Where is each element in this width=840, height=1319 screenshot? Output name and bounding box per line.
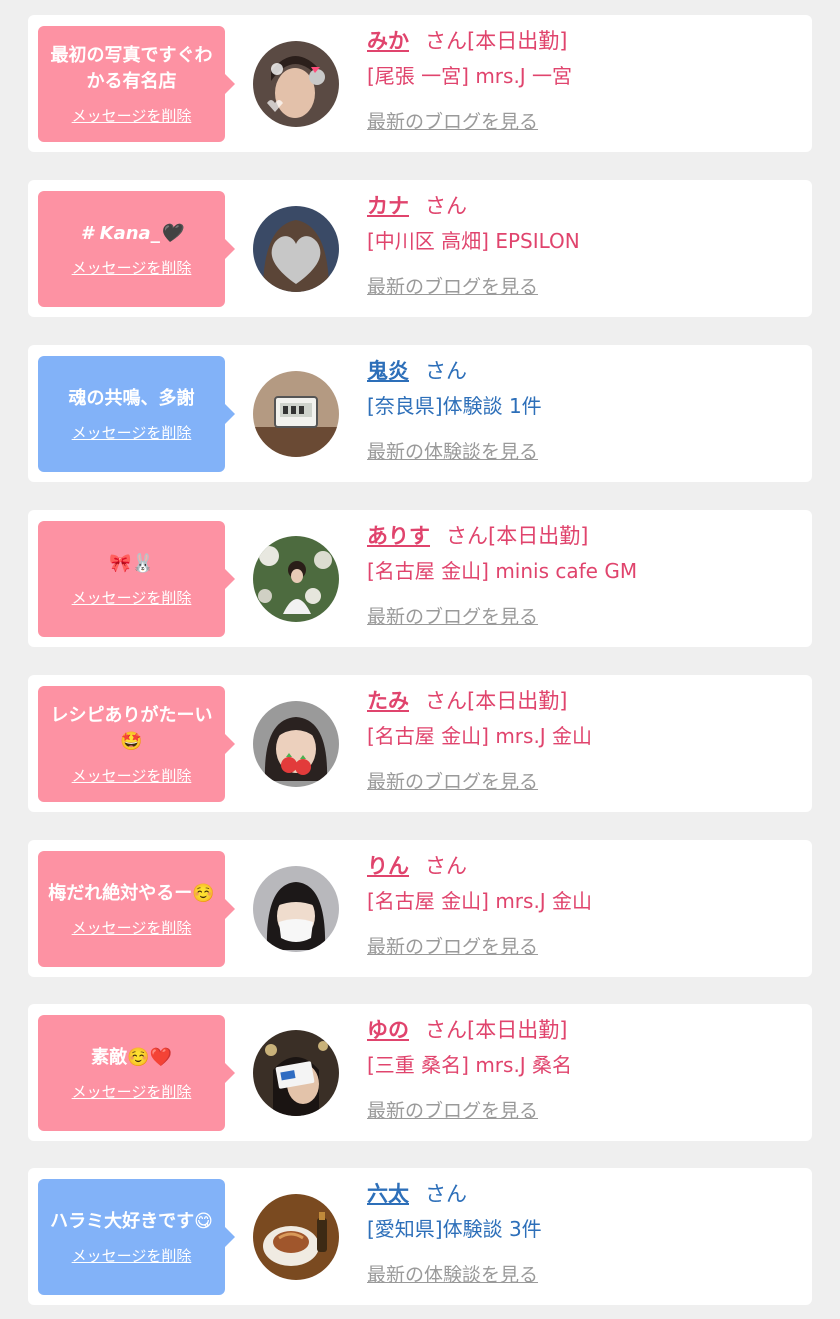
message-card: ハラミ大好きです😋 メッセージを削除 六太 さん [愛知県]体験談 3件 最新の体…: [28, 1168, 812, 1305]
sender-info: ゆの さん[本日出勤] [三重 桑名] mrs.J 桑名 最新のブログを見る: [367, 1014, 797, 1123]
status-badge: [本日出勤]: [467, 29, 568, 53]
message-text: レシピありがたーい🤩: [50, 704, 213, 752]
avatar[interactable]: [253, 1194, 339, 1280]
status-badge: [本日出勤]: [467, 689, 568, 713]
shop-info: [尾張 一宮] mrs.J 一宮: [367, 64, 573, 88]
delete-message-link[interactable]: メッセージを削除: [72, 765, 192, 786]
honorific: さん: [446, 524, 488, 548]
delete-message-link[interactable]: メッセージを削除: [72, 422, 192, 443]
delete-message-link[interactable]: メッセージを削除: [72, 917, 192, 938]
message-card: 素敵☺️❤️ メッセージを削除 ゆの さん[本日出勤] [三重 桑名] mrs.J…: [28, 1004, 812, 1141]
message-card: 🎀🐰 メッセージを削除 ありす さん[本日出勤] [名古屋 金山] minis c…: [28, 510, 812, 647]
message-text: 最初の写真ですぐわかる有名店: [50, 44, 213, 92]
delete-message-link[interactable]: メッセージを削除: [72, 257, 192, 278]
honorific: さん: [425, 854, 467, 878]
sender-name-link[interactable]: みか: [367, 29, 409, 53]
honorific: さん: [425, 1018, 467, 1042]
message-bubble: レシピありがたーい🤩 メッセージを削除: [38, 686, 235, 802]
sender-name-link[interactable]: 鬼炎: [367, 359, 409, 383]
delete-message-link[interactable]: メッセージを削除: [72, 1245, 192, 1266]
status-badge: [本日出勤]: [488, 524, 589, 548]
message-bubble: 梅だれ絶対やるー☺️ メッセージを削除: [38, 851, 235, 967]
message-text: 梅だれ絶対やるー☺️: [48, 882, 215, 904]
sender-info: 鬼炎 さん [奈良県]体験談 1件 最新の体験談を見る: [367, 355, 797, 464]
status-badge: [本日出勤]: [467, 1018, 568, 1042]
sender-info: みか さん[本日出勤] [尾張 一宮] mrs.J 一宮 最新のブログを見る: [367, 25, 797, 134]
sender-info: 六太 さん [愛知県]体験談 3件 最新の体験談を見る: [367, 1178, 797, 1287]
message-text: 🎀🐰: [109, 552, 154, 574]
view-latest-link[interactable]: 最新のブログを見る: [367, 932, 538, 959]
review-info: [奈良県]体験談 1件: [367, 394, 542, 418]
delete-message-link[interactable]: メッセージを削除: [72, 1081, 192, 1102]
honorific: さん: [425, 359, 467, 383]
avatar[interactable]: [253, 1030, 339, 1116]
sender-info: たみ さん[本日出勤] [名古屋 金山] mrs.J 金山 最新のブログを見る: [367, 685, 797, 794]
message-list: 最初の写真ですぐわかる有名店 メッセージを削除 みか さん[本日出勤] [尾張 一…: [0, 0, 840, 1319]
avatar[interactable]: [253, 866, 339, 952]
avatar[interactable]: [253, 41, 339, 127]
message-text: 素敵☺️❤️: [91, 1046, 172, 1068]
view-latest-link[interactable]: 最新のブログを見る: [367, 602, 538, 629]
shop-info: [名古屋 金山] mrs.J 金山: [367, 724, 593, 748]
message-text: # Kana_🖤: [80, 222, 183, 244]
view-latest-link[interactable]: 最新のブログを見る: [367, 107, 538, 134]
honorific: さん: [425, 1182, 467, 1206]
message-bubble: # Kana_🖤 メッセージを削除: [38, 191, 235, 307]
review-info: [愛知県]体験談 3件: [367, 1217, 542, 1241]
avatar[interactable]: [253, 701, 339, 787]
message-bubble: 素敵☺️❤️ メッセージを削除: [38, 1015, 235, 1131]
view-latest-link[interactable]: 最新の体験談を見る: [367, 437, 538, 464]
view-latest-link[interactable]: 最新の体験談を見る: [367, 1260, 538, 1287]
honorific: さん: [425, 29, 467, 53]
delete-message-link[interactable]: メッセージを削除: [72, 105, 192, 126]
honorific: さん: [425, 689, 467, 713]
message-card: レシピありがたーい🤩 メッセージを削除 たみ さん[本日出勤] [名古屋 金山] …: [28, 675, 812, 812]
message-card: # Kana_🖤 メッセージを削除 カナ さん [中川区 高畑] EPSILON …: [28, 180, 812, 317]
delete-message-link[interactable]: メッセージを削除: [72, 587, 192, 608]
sender-info: りん さん [名古屋 金山] mrs.J 金山 最新のブログを見る: [367, 850, 797, 959]
sender-name-link[interactable]: たみ: [367, 689, 409, 713]
message-bubble: 魂の共鳴、多謝 メッセージを削除: [38, 356, 235, 472]
message-card: 魂の共鳴、多謝 メッセージを削除 鬼炎 さん [奈良県]体験談 1件 最新の体験談…: [28, 345, 812, 482]
sender-name-link[interactable]: りん: [367, 854, 409, 878]
view-latest-link[interactable]: 最新のブログを見る: [367, 1096, 538, 1123]
sender-name-link[interactable]: カナ: [367, 194, 409, 218]
message-bubble: 🎀🐰 メッセージを削除: [38, 521, 235, 637]
view-latest-link[interactable]: 最新のブログを見る: [367, 767, 538, 794]
sender-name-link[interactable]: 六太: [367, 1182, 409, 1206]
avatar[interactable]: [253, 536, 339, 622]
shop-info: [名古屋 金山] mrs.J 金山: [367, 889, 593, 913]
honorific: さん: [425, 194, 467, 218]
message-card: 最初の写真ですぐわかる有名店 メッセージを削除 みか さん[本日出勤] [尾張 一…: [28, 15, 812, 152]
shop-info: [三重 桑名] mrs.J 桑名: [367, 1053, 573, 1077]
sender-name-link[interactable]: ありす: [367, 524, 430, 548]
message-card: 梅だれ絶対やるー☺️ メッセージを削除 りん さん [名古屋 金山] mrs.J …: [28, 840, 812, 977]
avatar[interactable]: [253, 206, 339, 292]
avatar[interactable]: [253, 371, 339, 457]
view-latest-link[interactable]: 最新のブログを見る: [367, 272, 538, 299]
message-text: ハラミ大好きです😋: [50, 1210, 213, 1232]
sender-info: ありす さん[本日出勤] [名古屋 金山] minis cafe GM 最新のブロ…: [367, 520, 797, 629]
sender-name-link[interactable]: ゆの: [367, 1018, 409, 1042]
sender-info: カナ さん [中川区 高畑] EPSILON 最新のブログを見る: [367, 190, 797, 299]
shop-info: [中川区 高畑] EPSILON: [367, 229, 580, 253]
message-bubble: ハラミ大好きです😋 メッセージを削除: [38, 1179, 235, 1295]
message-bubble: 最初の写真ですぐわかる有名店 メッセージを削除: [38, 26, 235, 142]
message-text: 魂の共鳴、多謝: [68, 387, 195, 409]
shop-info: [名古屋 金山] minis cafe GM: [367, 559, 638, 583]
